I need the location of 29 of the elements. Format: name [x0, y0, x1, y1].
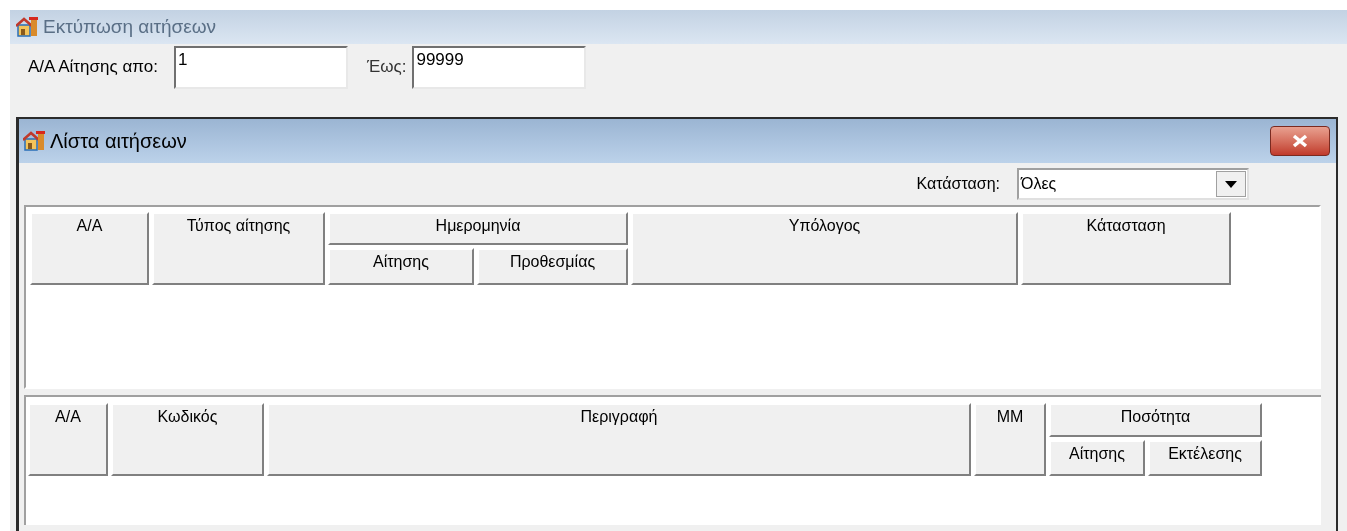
- status-label: Κατάσταση:: [916, 174, 1000, 194]
- input-field[interactable]: 99999: [412, 45, 587, 89]
- column-header[interactable]: Εκτέλεσης: [1148, 440, 1262, 476]
- dropdown-button[interactable]: [1216, 171, 1246, 197]
- dropdown-value: Όλες: [1019, 174, 1057, 194]
- column-header[interactable]: Υπόλογος: [631, 212, 1018, 285]
- window-title: Εκτύπωση αιτήσεων: [43, 14, 217, 39]
- field-label: Έως:: [366, 56, 407, 79]
- column-header[interactable]: Κάτασταση: [1021, 212, 1231, 285]
- caret-icon: [1225, 180, 1237, 188]
- column-header[interactable]: Τύπος αίτησης: [152, 212, 325, 285]
- column-header[interactable]: Α/Α: [30, 212, 149, 285]
- close-button[interactable]: [1270, 126, 1330, 156]
- input-field[interactable]: 1: [173, 45, 348, 89]
- field-label: Α/Α Αίτησης απο:: [28, 56, 158, 79]
- column-header[interactable]: Προθεσμίας: [477, 248, 628, 285]
- column-header[interactable]: Ημερομηνία: [328, 212, 628, 245]
- column-header[interactable]: Κωδικός: [111, 403, 264, 476]
- column-header[interactable]: ΜΜ: [974, 403, 1046, 476]
- column-header[interactable]: Ποσότητα: [1049, 403, 1262, 437]
- column-header[interactable]: Α/Α: [28, 403, 108, 476]
- column-header[interactable]: Αίτησης: [328, 248, 474, 285]
- close-icon: [1291, 134, 1309, 148]
- dialog-title: Λίστα αιτήσεων: [50, 129, 187, 154]
- column-header[interactable]: Αίτησης: [1049, 440, 1145, 476]
- house-icon: [23, 131, 45, 151]
- status-dropdown[interactable]: Όλες: [1017, 168, 1249, 200]
- house-icon: [16, 17, 38, 37]
- column-header[interactable]: Περιγραφή: [267, 403, 971, 476]
